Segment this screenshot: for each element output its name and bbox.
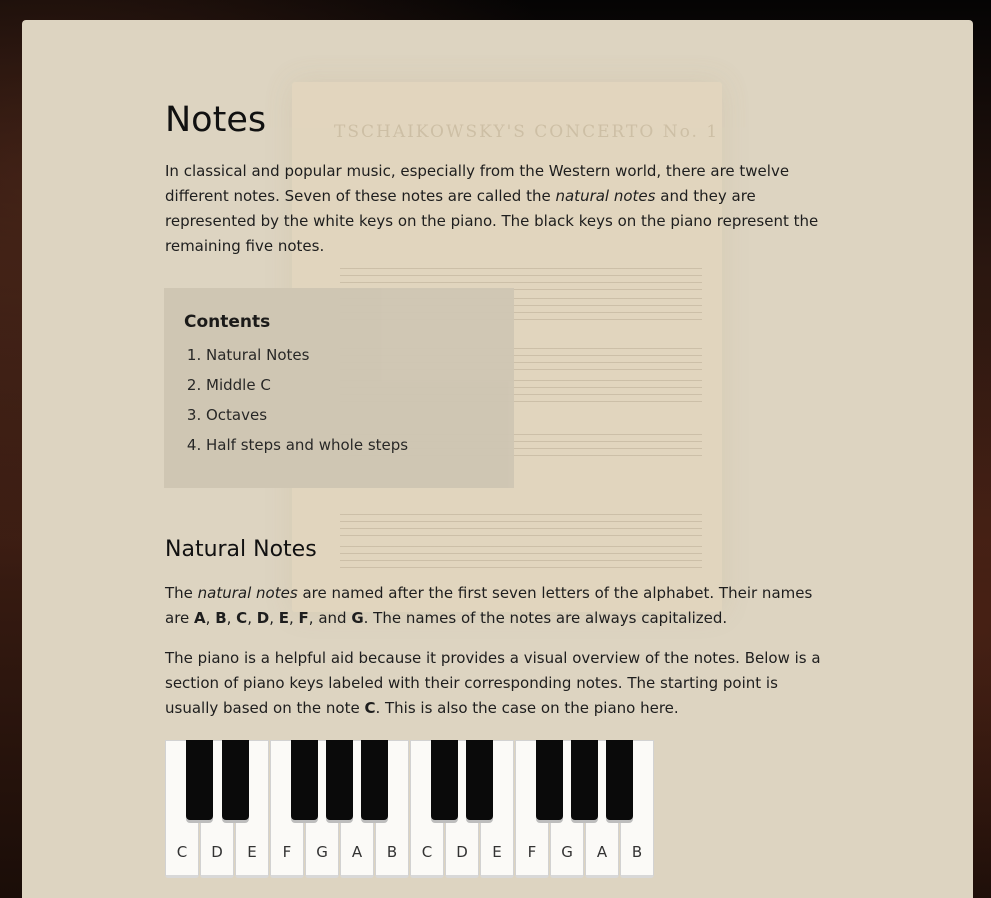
key-label: F <box>527 843 537 861</box>
toc-list: Natural Notes Middle C Octaves Half step… <box>184 340 408 460</box>
piano-key-black[interactable] <box>361 740 388 820</box>
toc-item-octaves[interactable]: Octaves <box>206 400 408 430</box>
piano-key-black[interactable] <box>466 740 493 820</box>
section-heading-natural-notes: Natural Notes <box>165 537 317 562</box>
natural-notes-paragraph-2: The piano is a helpful aid because it pr… <box>165 649 821 717</box>
piano-key-black[interactable] <box>186 740 213 820</box>
natural-notes-paragraph-1: The natural notes are named after the fi… <box>165 584 813 627</box>
staff-lines <box>340 540 702 574</box>
toc-item-natural-notes[interactable]: Natural Notes <box>206 340 408 370</box>
key-label: C <box>421 843 433 861</box>
piano-key-black[interactable] <box>326 740 353 820</box>
sheet-music-title: TSCHAIKOWSKY'S CONCERTO No. 1 <box>334 122 720 142</box>
toc-item-middle-c[interactable]: Middle C <box>206 370 408 400</box>
key-label: A <box>351 843 363 861</box>
piano-key-black[interactable] <box>431 740 458 820</box>
toc-item-half-whole-steps[interactable]: Half steps and whole steps <box>206 430 408 460</box>
page-title: Notes <box>165 100 267 140</box>
toc-title: Contents <box>184 312 271 332</box>
piano-key-black[interactable] <box>291 740 318 820</box>
key-label: B <box>386 843 398 861</box>
staff-lines <box>340 508 702 542</box>
piano-key-black[interactable] <box>571 740 598 820</box>
key-label: C <box>176 843 188 861</box>
key-label: G <box>561 843 573 861</box>
piano-keyboard: C D E F G A B C D E F G A B <box>165 740 655 880</box>
key-label: B <box>631 843 643 861</box>
key-label: A <box>596 843 608 861</box>
piano-key-black[interactable] <box>536 740 563 820</box>
table-of-contents: Contents Natural Notes Middle C Octaves … <box>164 288 514 488</box>
intro-paragraph: In classical and popular music, especial… <box>165 162 819 255</box>
key-label: F <box>282 843 292 861</box>
key-label: E <box>247 843 257 861</box>
key-label: G <box>316 843 328 861</box>
key-label: D <box>456 843 468 861</box>
piano-key-black[interactable] <box>222 740 249 820</box>
key-label: E <box>492 843 502 861</box>
piano-key-black[interactable] <box>606 740 633 820</box>
key-label: D <box>211 843 223 861</box>
